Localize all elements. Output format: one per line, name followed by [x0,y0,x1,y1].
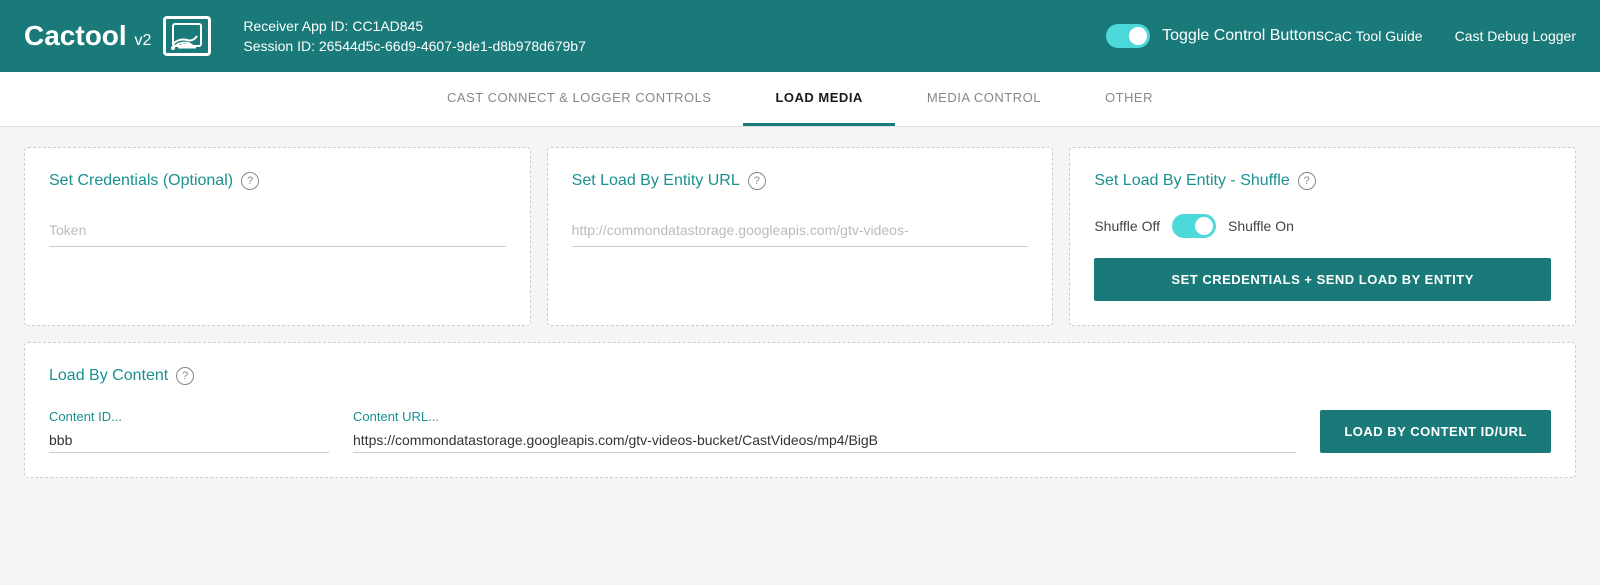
shuffle-card-title: Set Load By Entity - Shuffle ? [1094,172,1551,190]
shuffle-toggle[interactable] [1172,214,1216,238]
toggle-control-section: Toggle Control Buttons [1106,24,1324,48]
content-url-group: Content URL... https://commondatastorage… [353,409,1296,453]
content-url-label: Content URL... [353,409,1296,424]
shuffle-help-icon[interactable]: ? [1298,172,1316,190]
entity-url-card: Set Load By Entity URL ? [547,147,1054,326]
tab-other[interactable]: OTHER [1073,72,1185,126]
credentials-card-title: Set Credentials (Optional) ? [49,172,506,190]
logo-text: Cactool v2 [24,20,151,52]
session-id-line: Session ID: 26544d5c-66d9-4607-9de1-d8b9… [243,38,1106,54]
content-id-group: Content ID... bbb [49,409,329,453]
top-cards-row: Set Credentials (Optional) ? Set Load By… [24,147,1576,326]
load-content-card-title: Load By Content ? [49,367,1551,385]
entity-url-card-title: Set Load By Entity URL ? [572,172,1029,190]
tab-media-control[interactable]: MEDIA CONTROL [895,72,1073,126]
receiver-id-line: Receiver App ID: CC1AD845 [243,18,1106,34]
entity-url-input[interactable] [572,214,1029,247]
logo-version: v2 [134,32,151,49]
entity-url-help-icon[interactable]: ? [748,172,766,190]
credentials-help-icon[interactable]: ? [241,172,259,190]
tabs-bar: CAST CONNECT & LOGGER CONTROLS LOAD MEDI… [0,72,1600,127]
content-id-label: Content ID... [49,409,329,424]
tab-cast-connect[interactable]: CAST CONNECT & LOGGER CONTROLS [415,72,743,126]
app-header: Cactool v2 Receiver App ID: CC1AD845 Ses… [0,0,1600,72]
load-content-button[interactable]: LOAD BY CONTENT ID/URL [1320,410,1551,453]
toggle-control-label: Toggle Control Buttons [1162,27,1324,45]
load-content-help-icon[interactable]: ? [176,367,194,385]
cast-debug-logger-link[interactable]: Cast Debug Logger [1455,28,1576,44]
shuffle-card: Set Load By Entity - Shuffle ? Shuffle O… [1069,147,1576,326]
load-content-card: Load By Content ? Content ID... bbb Cont… [24,342,1576,478]
shuffle-on-label: Shuffle On [1228,218,1294,234]
set-credentials-send-load-entity-button[interactable]: SET CREDENTIALS + SEND LOAD BY ENTITY [1094,258,1551,301]
header-info: Receiver App ID: CC1AD845 Session ID: 26… [243,18,1106,54]
cast-icon [163,16,211,56]
tab-load-media[interactable]: LOAD MEDIA [743,72,894,126]
shuffle-toggle-row: Shuffle Off Shuffle On [1094,214,1551,238]
toggle-control-buttons[interactable] [1106,24,1150,48]
content-id-value[interactable]: bbb [49,428,329,453]
logo-section: Cactool v2 [24,16,211,56]
content-fields-row: Content ID... bbb Content URL... https:/… [49,409,1551,453]
header-nav: CaC Tool Guide Cast Debug Logger [1324,28,1576,44]
credentials-card: Set Credentials (Optional) ? [24,147,531,326]
shuffle-off-label: Shuffle Off [1094,218,1160,234]
main-content: Set Credentials (Optional) ? Set Load By… [0,127,1600,498]
content-url-value[interactable]: https://commondatastorage.googleapis.com… [353,428,1296,453]
cac-tool-guide-link[interactable]: CaC Tool Guide [1324,28,1423,44]
token-input[interactable] [49,214,506,247]
